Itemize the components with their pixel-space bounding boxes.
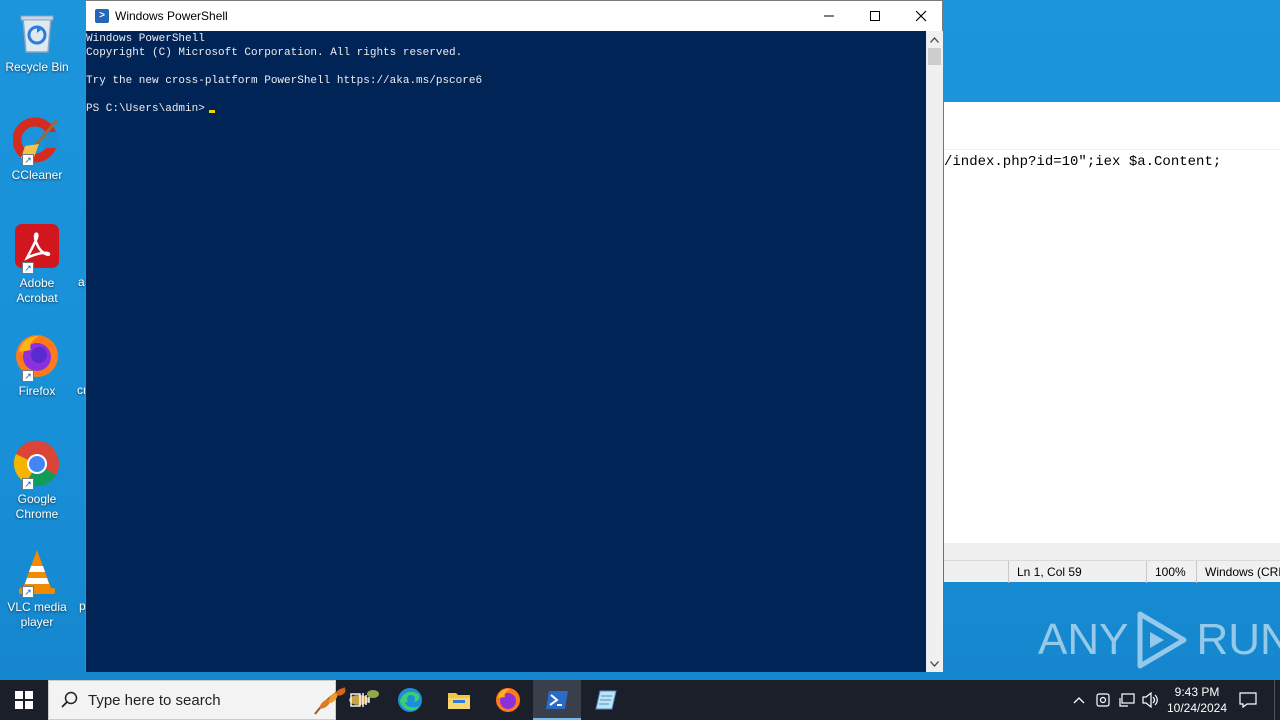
taskbar-notepad[interactable] (582, 680, 630, 720)
task-view-icon (350, 693, 370, 707)
taskbar-clock[interactable]: 9:43 PM 10/24/2024 (1160, 684, 1234, 716)
notepad-text-content[interactable]: /index.php?id=10";iex $a.Content; (944, 154, 1221, 170)
console-vertical-scrollbar[interactable] (926, 31, 943, 672)
recycle-bin-icon (13, 8, 61, 56)
text-cursor (208, 110, 215, 113)
powershell-icon: > (95, 9, 109, 23)
tray-meet-now[interactable] (1091, 680, 1115, 720)
watermark-text-left: ANY (1038, 615, 1129, 664)
edge-icon (398, 688, 422, 712)
tray-network[interactable] (1115, 680, 1139, 720)
anyrun-watermark: ANY RUN (1038, 608, 1280, 672)
clipped-desktop-label: a (78, 275, 85, 289)
powershell-console[interactable]: Windows PowerShell Copyright (C) Microso… (86, 31, 926, 672)
tray-notifications[interactable] (1236, 680, 1260, 720)
clock-date: 10/24/2024 (1166, 701, 1228, 715)
taskbar-firefox[interactable] (484, 680, 532, 720)
shortcut-arrow-icon: ↗ (22, 370, 34, 382)
notepad-menu-area (944, 102, 1280, 150)
console-line: Windows PowerShell (86, 33, 205, 45)
desktop-icon-recycle-bin[interactable]: Recycle Bin (2, 8, 72, 75)
watermark-text-right: RUN (1196, 615, 1280, 664)
desktop-icon-ccleaner[interactable]: ↗ CCleaner (2, 116, 72, 183)
network-icon (1119, 693, 1135, 707)
search-placeholder: Type here to search (88, 692, 221, 709)
console-line: Copyright (C) Microsoft Corporation. All… (86, 47, 463, 59)
console-prompt-line[interactable]: PS C:\Users\admin> (86, 102, 926, 116)
shortcut-arrow-icon: ↗ (22, 262, 34, 274)
powershell-icon (546, 691, 568, 709)
status-zoom: 100% (1146, 561, 1196, 583)
firefox-icon: ↗ (13, 332, 61, 382)
shortcut-arrow-icon: ↗ (22, 586, 34, 598)
desktop-icon-label: Firefox (18, 384, 56, 398)
desktop-icon-google-chrome[interactable]: ↗ Google Chrome (2, 440, 72, 522)
status-encoding: Windows (CRL (1196, 561, 1280, 583)
console-line: Try the new cross-platform PowerShell ht… (86, 75, 483, 87)
desktop-icon-vlc[interactable]: ↗ VLC media player (2, 548, 72, 630)
desktop-icon-firefox[interactable]: ↗ Firefox (2, 332, 72, 399)
taskbar-file-explorer[interactable] (435, 680, 483, 720)
window-title: Windows PowerShell (115, 9, 228, 23)
minimize-button[interactable] (806, 1, 852, 31)
chrome-icon: ↗ (13, 440, 61, 490)
taskbar-search-box[interactable]: Type here to search (48, 680, 379, 720)
adobe-acrobat-icon: ↗ (13, 224, 61, 274)
minimize-icon (824, 15, 834, 17)
firefox-icon (496, 688, 520, 712)
shortcut-arrow-icon: ↗ (22, 478, 34, 490)
notepad-icon (595, 690, 617, 710)
start-button[interactable] (0, 680, 48, 720)
show-desktop-button[interactable] (1274, 680, 1280, 720)
chevron-up-icon (930, 36, 939, 43)
status-cursor-position: Ln 1, Col 59 (1008, 561, 1148, 583)
notepad-window[interactable]: /index.php?id=10";iex $a.Content; Ln 1, … (944, 102, 1280, 583)
windows-logo-icon (15, 691, 33, 709)
powershell-titlebar[interactable]: > Windows PowerShell (86, 1, 942, 31)
taskbar-edge[interactable] (386, 680, 434, 720)
speaker-icon (1142, 692, 1158, 708)
ccleaner-icon: ↗ (12, 116, 61, 166)
clock-time: 9:43 PM (1174, 685, 1220, 699)
desktop-icon-label: Adobe Acrobat (16, 276, 58, 305)
tray-show-hidden-icons[interactable] (1067, 680, 1091, 720)
scroll-down-button[interactable] (926, 655, 943, 672)
desktop-icon-label: Google Chrome (15, 492, 59, 521)
chevron-down-icon (930, 660, 939, 667)
notification-icon (1239, 692, 1257, 708)
search-icon (61, 691, 78, 708)
close-icon (915, 10, 927, 22)
desktop-icon-label: CCleaner (11, 168, 63, 182)
desktop-icon-label: Recycle Bin (5, 60, 69, 74)
scroll-up-button[interactable] (926, 31, 943, 48)
taskbar: Type here to search 9:43 PM 10/24/2024 (0, 680, 1280, 720)
folder-icon (448, 693, 470, 709)
maximize-button[interactable] (852, 1, 898, 31)
notepad-status-bar: Ln 1, Col 59 100% Windows (CRL (944, 560, 1280, 583)
desktop-icon-label: VLC media player (7, 600, 67, 629)
console-prompt: PS C:\Users\admin> (86, 103, 205, 115)
notepad-horizontal-scrollbar[interactable] (944, 543, 1280, 560)
taskbar-task-view[interactable] (336, 680, 384, 720)
close-button[interactable] (898, 1, 944, 31)
webcam-icon (1096, 693, 1110, 707)
scroll-thumb[interactable] (928, 48, 941, 65)
play-triangle-icon (1137, 611, 1187, 669)
powershell-window[interactable]: > Windows PowerShell Windows PowerShell … (85, 0, 943, 672)
taskbar-powershell[interactable] (533, 680, 581, 720)
maximize-icon (870, 11, 880, 21)
vlc-icon: ↗ (13, 548, 61, 598)
shortcut-arrow-icon: ↗ (22, 154, 34, 166)
chevron-up-icon (1073, 697, 1085, 704)
desktop-icon-adobe-acrobat[interactable]: ↗ Adobe Acrobat (2, 224, 72, 306)
